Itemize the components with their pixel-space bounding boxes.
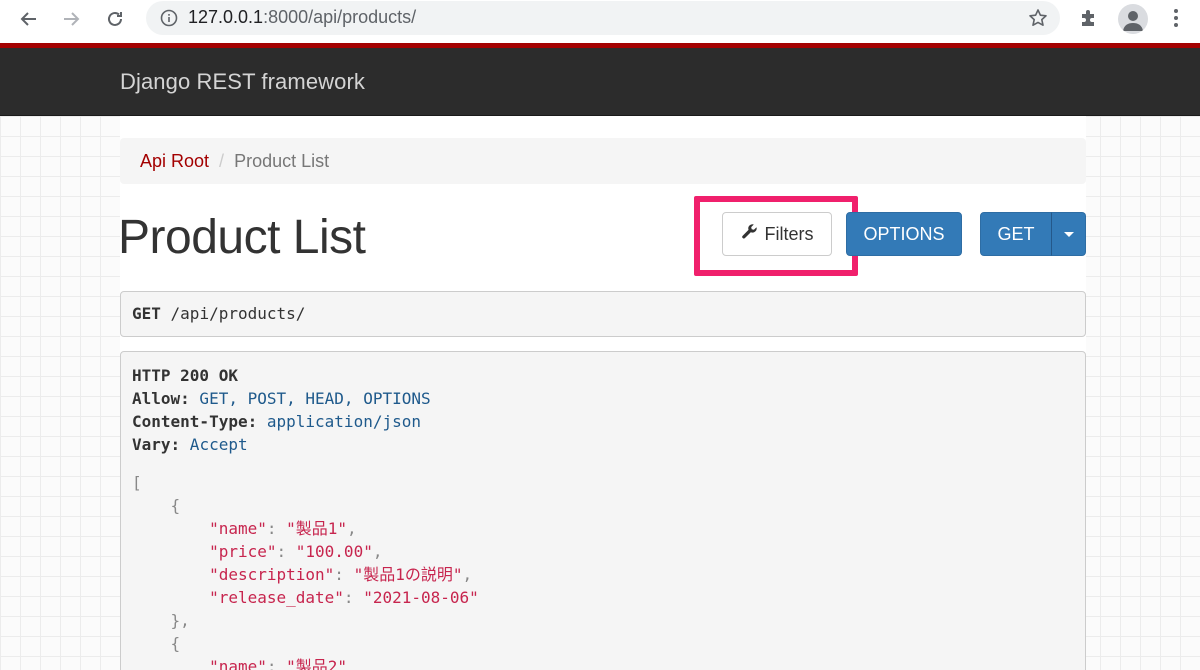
request-info: GET /api/products/ <box>120 291 1086 337</box>
response-status: HTTP 200 OK <box>132 366 238 385</box>
response-info: HTTP 200 OK Allow: GET, POST, HEAD, OPTI… <box>120 351 1086 670</box>
json-line: "name": "製品1", <box>209 519 357 538</box>
browser-toolbar: 127.0.0.1:8000/api/products/ <box>0 0 1200 38</box>
json-open-brace: { <box>132 634 181 653</box>
site-info-icon[interactable] <box>160 9 178 32</box>
address-bar[interactable]: 127.0.0.1:8000/api/products/ <box>146 1 1060 35</box>
json-key: "name" <box>209 657 267 670</box>
json-value: "製品1の説明" <box>353 565 463 584</box>
json-open-brace: { <box>132 496 181 515</box>
json-value: "製品2" <box>286 657 348 670</box>
json-open-bracket: [ <box>132 473 142 492</box>
response-header-line: Allow: GET, POST, HEAD, OPTIONS <box>132 387 1085 410</box>
response-status-line: HTTP 200 OK <box>132 364 1085 387</box>
kebab-menu-icon[interactable] <box>1166 7 1186 34</box>
header-key: Content-Type: <box>132 412 258 431</box>
json-line: "price": "100.00", <box>209 542 383 561</box>
json-key: "description" <box>209 565 335 584</box>
bookmark-star-icon[interactable] <box>1028 8 1048 33</box>
forward-arrow-icon[interactable] <box>58 6 84 32</box>
response-spacer <box>132 456 1085 471</box>
json-close-brace: }, <box>132 611 190 630</box>
breadcrumb: Api Root / Product List <box>120 138 1086 184</box>
response-header-line: Vary: Accept <box>132 433 1085 456</box>
filters-button[interactable]: Filters <box>722 212 832 256</box>
url-path: :8000/api/products/ <box>263 7 417 27</box>
header-value: GET, POST, HEAD, OPTIONS <box>189 389 431 408</box>
breadcrumb-separator: / <box>219 151 225 171</box>
header-key: Allow: <box>132 389 190 408</box>
json-line: { <box>132 632 1085 655</box>
json-key: "price" <box>209 542 277 561</box>
json-line: { <box>132 494 1085 517</box>
navbar-brand[interactable]: Django REST framework <box>120 69 365 95</box>
json-line: "description": "製品1の説明", <box>209 565 473 584</box>
back-arrow-icon[interactable] <box>16 6 42 32</box>
chevron-down-icon <box>1063 231 1074 237</box>
url-text: 127.0.0.1:8000/api/products/ <box>188 7 416 28</box>
response-header-line: Content-Type: application/json <box>132 410 1085 433</box>
navbar: Django REST framework <box>0 48 1200 116</box>
request-path: /api/products/ <box>160 304 306 323</box>
json-line: "name": "製品2" <box>132 655 1085 670</box>
options-button[interactable]: OPTIONS <box>846 212 962 256</box>
get-button[interactable]: GET <box>980 212 1052 256</box>
breadcrumb-current: Product List <box>234 151 330 171</box>
json-value: "2021-08-06" <box>363 588 479 607</box>
reload-icon[interactable] <box>102 6 128 32</box>
url-host: 127.0.0.1 <box>188 7 264 27</box>
page-title: Product List <box>118 211 366 264</box>
header-key: Vary: <box>132 435 181 454</box>
json-key: "release_date" <box>209 588 344 607</box>
get-format-dropdown-toggle[interactable] <box>1051 212 1086 256</box>
header-value: application/json <box>257 412 421 431</box>
json-line: }, <box>132 609 1085 632</box>
wrench-icon <box>741 223 759 246</box>
filters-button-label: Filters <box>764 223 814 244</box>
json-line: [ <box>132 471 1085 494</box>
extensions-puzzle-icon[interactable] <box>1078 7 1100 34</box>
json-value: "製品1" <box>286 519 348 538</box>
json-key: "name" <box>209 519 267 538</box>
request-method: GET <box>132 304 161 323</box>
header-value: Accept <box>180 435 248 454</box>
breadcrumb-api-root-link[interactable]: Api Root <box>140 151 209 171</box>
profile-avatar-icon[interactable] <box>1118 4 1148 34</box>
json-line: "release_date": "2021-08-06" <box>209 588 479 607</box>
json-value: "100.00" <box>295 542 373 561</box>
